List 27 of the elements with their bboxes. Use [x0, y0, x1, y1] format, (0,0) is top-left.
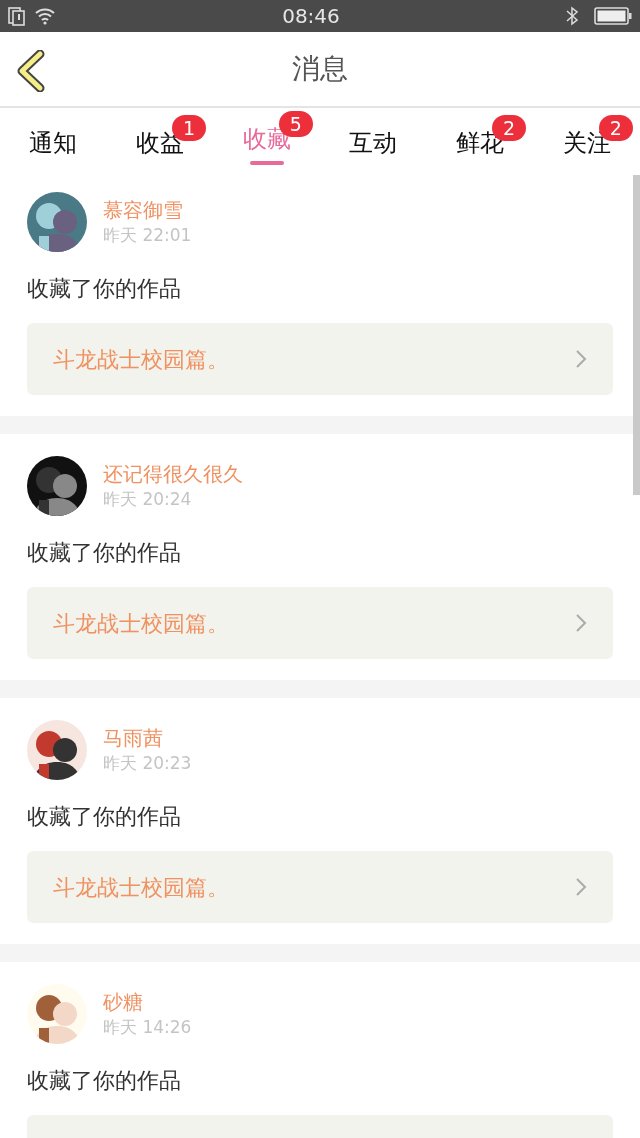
- wifi-icon: [34, 7, 56, 25]
- tab[interactable]: 通知: [0, 108, 107, 170]
- active-tab-indicator: [249, 161, 284, 165]
- user-name[interactable]: 马雨茜: [103, 725, 192, 751]
- message-text: 收藏了你的作品: [27, 539, 182, 567]
- message-text: 收藏了你的作品: [27, 1067, 182, 1095]
- message-time: 昨天 14:26: [103, 1016, 192, 1039]
- chevron-icon: [575, 349, 587, 369]
- work-link[interactable]: 斗龙战士校园篇。: [27, 323, 613, 395]
- clock-time: 08:46: [282, 3, 340, 30]
- message-time: 昨天 22:01: [103, 224, 192, 247]
- bluetooth-icon: [566, 6, 578, 26]
- message-text: 收藏了你的作品: [27, 275, 182, 303]
- message-text: 收藏了你的作品: [27, 803, 182, 831]
- user-name[interactable]: 砂糖: [103, 989, 192, 1015]
- page-title: 消息: [292, 51, 348, 87]
- message-time: 昨天 20:23: [103, 752, 192, 775]
- battery-icon: [594, 7, 632, 25]
- user-name[interactable]: 还记得很久很久: [103, 461, 243, 487]
- sim-icon: [8, 6, 26, 26]
- work-link[interactable]: 斗龙战士校园篇。: [27, 851, 613, 923]
- chevron-icon: [575, 613, 587, 633]
- work-link[interactable]: 斗龙战士校园篇。: [27, 587, 613, 659]
- tab[interactable]: 互动: [320, 108, 427, 170]
- chevron-icon: [575, 877, 587, 897]
- message-time: 昨天 20:24: [103, 488, 193, 511]
- user-name[interactable]: 慕容御雪: [103, 197, 192, 223]
